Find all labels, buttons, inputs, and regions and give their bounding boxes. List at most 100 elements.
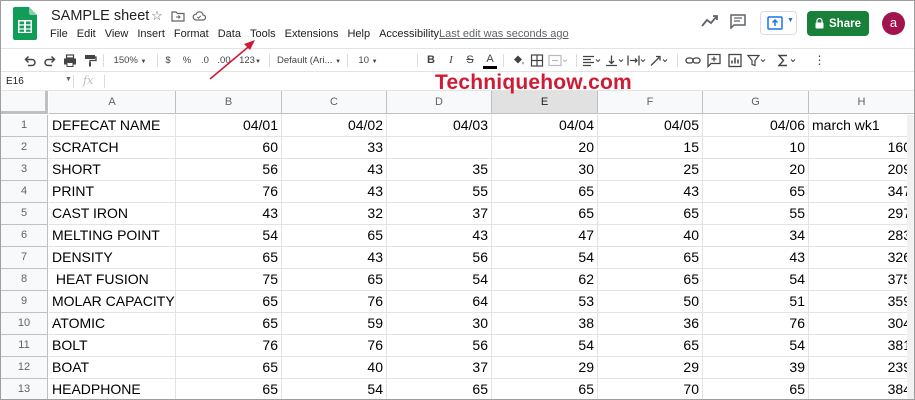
row-header[interactable]: 8 [1, 269, 48, 291]
column-header-b[interactable]: B [176, 91, 282, 114]
cell-h6[interactable]: 283 [809, 225, 914, 247]
cell-e8[interactable]: 62 [492, 269, 598, 291]
cell-d1[interactable]: 04/03 [387, 115, 492, 137]
cell-f3[interactable]: 25 [598, 159, 703, 181]
cell-a11[interactable]: BOLT [49, 335, 176, 357]
row-header[interactable]: 1 [1, 115, 48, 137]
menu-format[interactable]: Format [174, 28, 209, 40]
cell-c6[interactable]: 65 [282, 225, 387, 247]
row-header[interactable]: 3 [1, 159, 48, 181]
cell-g11[interactable]: 54 [703, 335, 809, 357]
cell-b9[interactable]: 65 [176, 291, 282, 313]
cell-b4[interactable]: 76 [176, 181, 282, 203]
cell-d11[interactable]: 56 [387, 335, 492, 357]
cell-e11[interactable]: 54 [492, 335, 598, 357]
cell-b8[interactable]: 75 [176, 269, 282, 291]
cell-h11[interactable]: 381 [809, 335, 914, 357]
cell-e2[interactable]: 20 [492, 137, 598, 159]
redo-icon[interactable] [43, 53, 57, 68]
cell-b1[interactable]: 04/01 [176, 115, 282, 137]
menu-accessibility[interactable]: Accessibility [379, 28, 439, 40]
cell-f9[interactable]: 50 [598, 291, 703, 313]
zoom-select[interactable]: 150% ▼ [111, 53, 149, 68]
insert-comment-icon[interactable] [707, 53, 721, 68]
currency-format-button[interactable]: $ [162, 53, 174, 68]
cell-d13[interactable]: 65 [387, 379, 492, 399]
percent-format-button[interactable]: % [181, 53, 193, 68]
last-edit-link[interactable]: Last edit was seconds ago [439, 28, 569, 40]
cell-d7[interactable]: 56 [387, 247, 492, 269]
share-button[interactable]: Share [807, 11, 869, 36]
text-color-button[interactable]: A [483, 53, 497, 69]
cell-b5[interactable]: 43 [176, 203, 282, 225]
cell-h12[interactable]: 239 [809, 357, 914, 379]
cell-d9[interactable]: 64 [387, 291, 492, 313]
cell-h7[interactable]: 326 [809, 247, 914, 269]
cell-f6[interactable]: 40 [598, 225, 703, 247]
cell-e3[interactable]: 30 [492, 159, 598, 181]
row-header[interactable]: 5 [1, 203, 48, 225]
cell-b6[interactable]: 54 [176, 225, 282, 247]
cell-g8[interactable]: 54 [703, 269, 809, 291]
cell-g9[interactable]: 51 [703, 291, 809, 313]
select-all-corner[interactable] [1, 91, 48, 114]
cell-a10[interactable]: ATOMIC [49, 313, 176, 335]
cell-g6[interactable]: 34 [703, 225, 809, 247]
cell-g2[interactable]: 10 [703, 137, 809, 159]
text-rotation-icon[interactable] [649, 53, 669, 68]
cell-a4[interactable]: PRINT [49, 181, 176, 203]
cell-g1[interactable]: 04/06 [703, 115, 809, 137]
cell-e12[interactable]: 29 [492, 357, 598, 379]
menu-file[interactable]: File [50, 28, 68, 40]
more-formats-select[interactable]: 123▼ [237, 53, 263, 68]
menu-view[interactable]: View [105, 28, 129, 40]
cell-b2[interactable]: 60 [176, 137, 282, 159]
menu-insert[interactable]: Insert [137, 28, 165, 40]
cell-h8[interactable]: 375 [809, 269, 914, 291]
menu-tools[interactable]: Tools [250, 28, 276, 40]
menu-help[interactable]: Help [347, 28, 370, 40]
cell-a8[interactable]: HEAT FUSION [49, 269, 176, 291]
cell-d5[interactable]: 37 [387, 203, 492, 225]
cloud-saved-icon[interactable] [192, 9, 206, 23]
row-header[interactable]: 13 [1, 379, 48, 399]
print-icon[interactable] [63, 53, 77, 68]
cell-g3[interactable]: 20 [703, 159, 809, 181]
insert-link-icon[interactable] [685, 53, 701, 68]
vertical-scrollbar[interactable] [907, 115, 914, 399]
cell-e13[interactable]: 65 [492, 379, 598, 399]
cell-b7[interactable]: 65 [176, 247, 282, 269]
cell-g5[interactable]: 55 [703, 203, 809, 225]
cell-a13[interactable]: HEADPHONE [49, 379, 176, 399]
name-box-dropdown-icon[interactable]: ▼ [65, 76, 72, 83]
column-header-g[interactable]: G [703, 91, 809, 114]
cell-f7[interactable]: 65 [598, 247, 703, 269]
cell-g12[interactable]: 39 [703, 357, 809, 379]
strikethrough-button[interactable]: S [464, 53, 476, 68]
column-header-h[interactable]: H [809, 91, 914, 114]
cell-g10[interactable]: 76 [703, 313, 809, 335]
cell-a3[interactable]: SHORT [49, 159, 176, 181]
cell-f2[interactable]: 15 [598, 137, 703, 159]
cell-f11[interactable]: 65 [598, 335, 703, 357]
cell-e4[interactable]: 65 [492, 181, 598, 203]
cell-f12[interactable]: 29 [598, 357, 703, 379]
cell-h10[interactable]: 304 [809, 313, 914, 335]
more-options-icon[interactable]: ⋮ [813, 53, 826, 68]
cell-f5[interactable]: 65 [598, 203, 703, 225]
cell-d10[interactable]: 30 [387, 313, 492, 335]
account-avatar[interactable]: a [882, 12, 905, 35]
borders-icon[interactable] [530, 53, 544, 68]
cell-b13[interactable]: 65 [176, 379, 282, 399]
cell-f10[interactable]: 36 [598, 313, 703, 335]
cell-c10[interactable]: 59 [282, 313, 387, 335]
cell-g7[interactable]: 43 [703, 247, 809, 269]
cell-e1[interactable]: 04/04 [492, 115, 598, 137]
cell-e9[interactable]: 53 [492, 291, 598, 313]
vertical-align-icon[interactable] [605, 53, 625, 68]
cell-a6[interactable]: MELTING POINT [49, 225, 176, 247]
cell-b12[interactable]: 65 [176, 357, 282, 379]
star-icon[interactable]: ☆ [150, 9, 164, 23]
cell-a2[interactable]: SCRATCH [49, 137, 176, 159]
cell-h2[interactable]: 160 [809, 137, 914, 159]
